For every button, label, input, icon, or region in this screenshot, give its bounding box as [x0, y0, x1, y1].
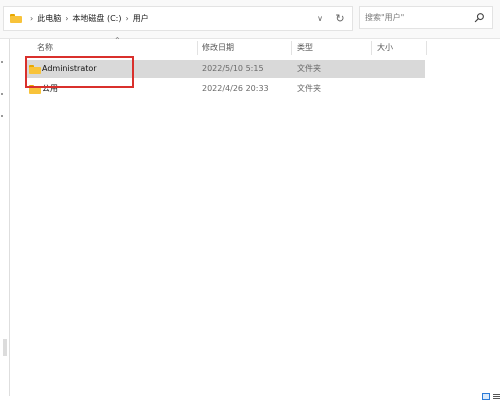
item-type: 文件夹: [297, 84, 321, 93]
column-header-name[interactable]: 名称: [37, 39, 53, 57]
item-type: 文件夹: [297, 64, 321, 73]
list-item-administrator[interactable]: Administrator 2022/5/10 5:15 文件夹: [25, 60, 425, 78]
search-icon[interactable]: [474, 12, 485, 23]
folder-icon: [29, 65, 41, 74]
column-divider[interactable]: [291, 41, 292, 55]
list-view-icon[interactable]: [493, 394, 500, 395]
item-name: 公用: [42, 84, 58, 93]
chevron-right-icon[interactable]: ›: [30, 14, 33, 23]
nav-marker: [1, 61, 3, 63]
column-divider[interactable]: [426, 41, 427, 55]
item-name: Administrator: [42, 64, 97, 73]
breadcrumb-users[interactable]: 用户: [133, 11, 149, 26]
file-explorer-window: › 此电脑 › 本地磁盘 (C:) › 用户 ∨ ↻ 名称 ⌃: [0, 0, 500, 400]
column-divider[interactable]: [371, 41, 372, 55]
nav-marker: [1, 93, 3, 95]
toolbar: › 此电脑 › 本地磁盘 (C:) › 用户 ∨ ↻: [0, 0, 500, 39]
search-box[interactable]: [359, 6, 493, 29]
folder-icon: [10, 14, 22, 23]
column-header: 名称 ⌃ 修改日期 类型 大小: [10, 36, 500, 57]
list-item-public[interactable]: 公用 2022/4/26 20:33 文件夹: [25, 80, 425, 98]
breadcrumb-this-pc[interactable]: 此电脑: [37, 11, 61, 26]
chevron-down-icon[interactable]: ∨: [312, 14, 328, 23]
view-toggle[interactable]: [480, 392, 500, 400]
nav-scrollbar[interactable]: [3, 339, 7, 356]
nav-marker: [1, 115, 3, 117]
column-header-date[interactable]: 修改日期: [202, 39, 234, 57]
pane-splitter[interactable]: [9, 39, 10, 396]
address-bar[interactable]: › 此电脑 › 本地磁盘 (C:) › 用户 ∨ ↻: [3, 6, 353, 31]
details-view-icon[interactable]: [482, 393, 490, 400]
navigation-pane[interactable]: [0, 39, 9, 400]
sort-up-icon: ⌃: [114, 36, 121, 45]
chevron-right-icon[interactable]: ›: [125, 14, 128, 23]
column-divider[interactable]: [197, 41, 198, 55]
folder-icon: [29, 85, 41, 94]
chevron-right-icon[interactable]: ›: [65, 14, 68, 23]
item-date: 2022/4/26 20:33: [202, 84, 269, 93]
column-header-size[interactable]: 大小: [377, 39, 393, 57]
item-date: 2022/5/10 5:15: [202, 64, 264, 73]
search-input[interactable]: [365, 10, 465, 25]
refresh-icon[interactable]: ↻: [332, 13, 348, 24]
breadcrumb-local-disk[interactable]: 本地磁盘 (C:): [72, 11, 121, 26]
column-header-type[interactable]: 类型: [297, 39, 313, 57]
